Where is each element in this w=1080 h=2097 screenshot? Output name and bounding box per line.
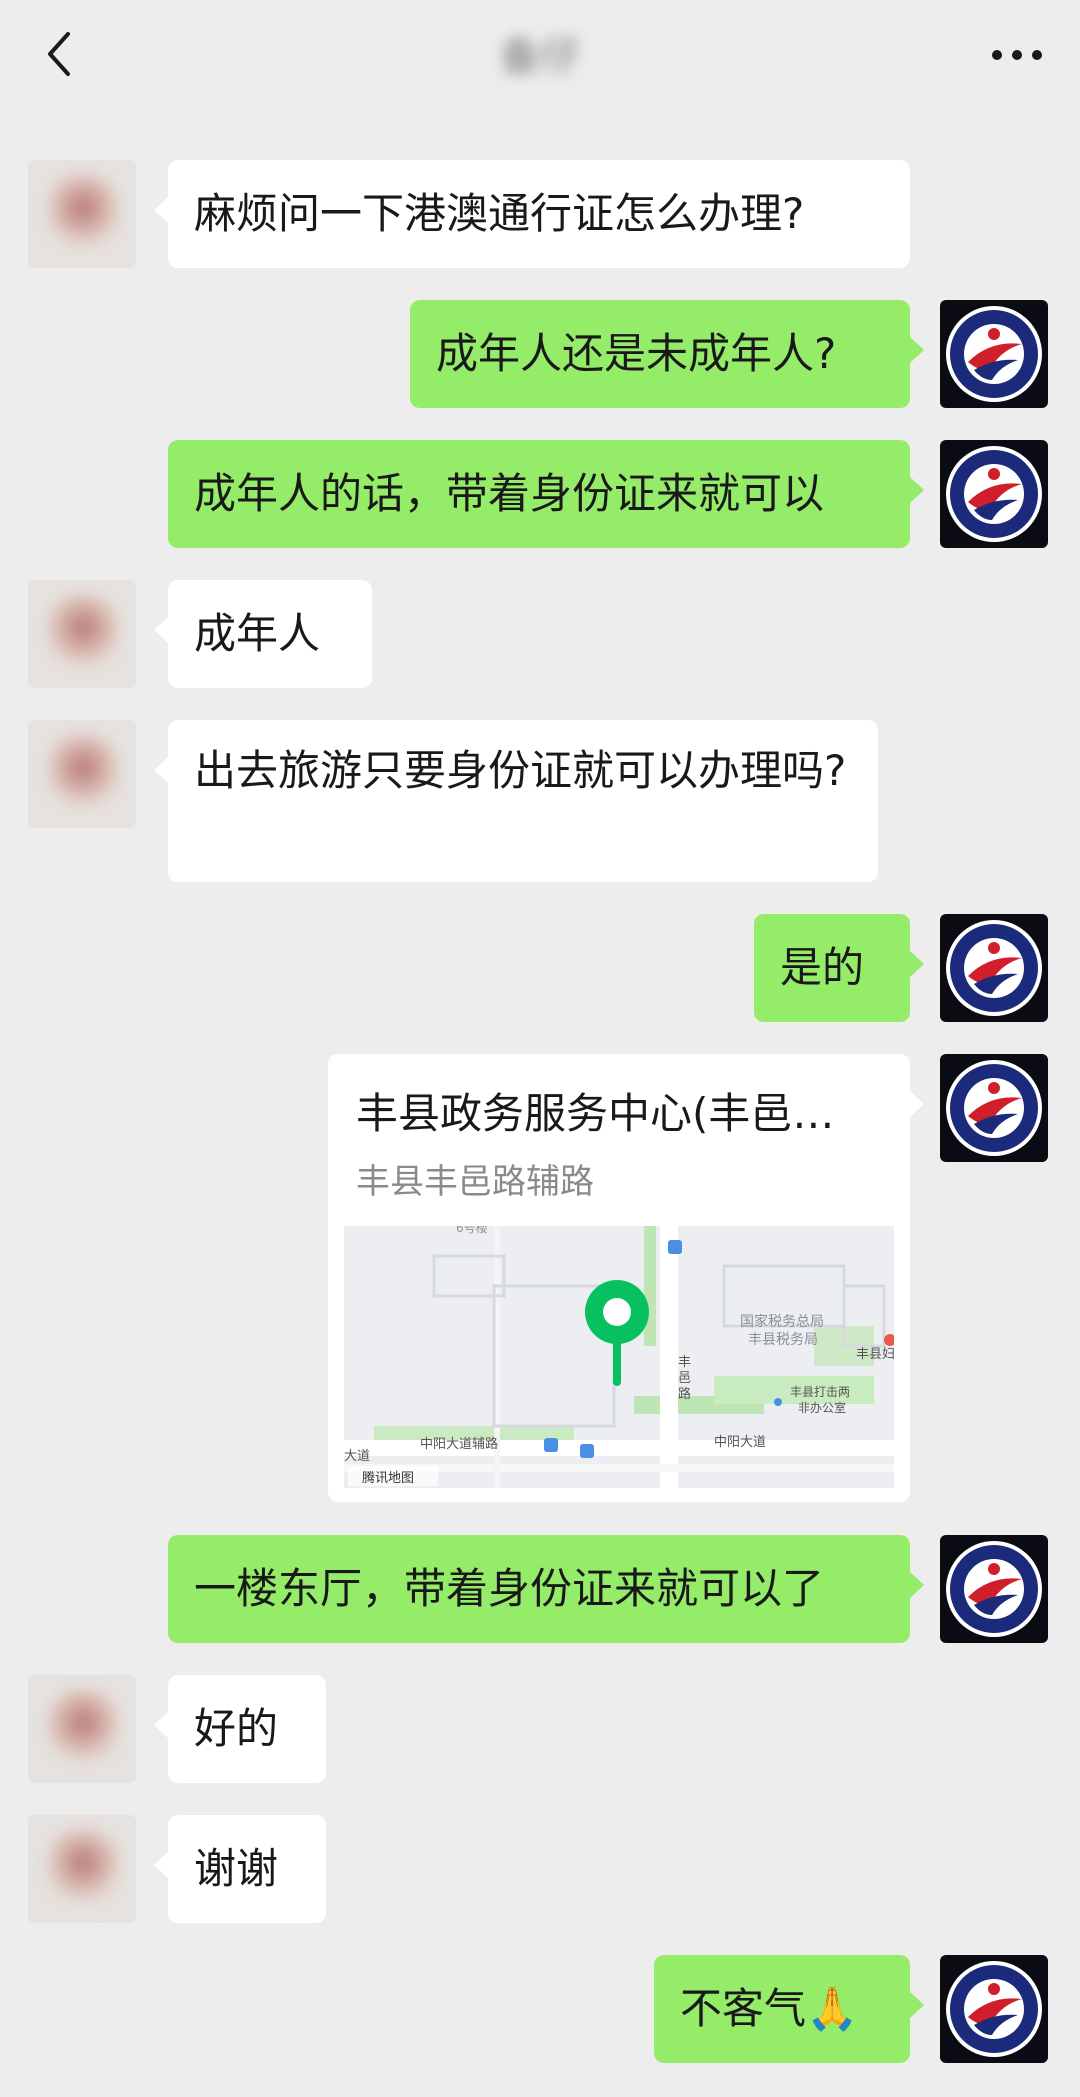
message-bubble[interactable]: 好的 — [154, 1675, 326, 1783]
map-label: 丰县妇幼 — [856, 1346, 894, 1362]
map-label: 路 — [678, 1386, 691, 1402]
message-bubble[interactable]: 谢谢 — [154, 1815, 326, 1923]
message-bubble[interactable]: 成年人还是未成年人? — [410, 300, 924, 408]
message-bubble[interactable]: 一楼东厅，带着身份证来就可以了 — [168, 1535, 924, 1643]
map-label: 6号楼 — [456, 1226, 488, 1235]
police-emblem-icon — [946, 306, 1042, 402]
police-badge-avatar[interactable] — [940, 440, 1048, 548]
message-text: 不客气🙏 — [680, 1984, 859, 2033]
police-badge-avatar[interactable] — [940, 300, 1048, 408]
message-bubble[interactable]: 是的 — [754, 914, 924, 1022]
message-text: 麻烦问一下港澳通行证怎么办理? — [194, 189, 805, 238]
more-button[interactable] — [982, 30, 1052, 80]
user-avatar[interactable] — [28, 160, 136, 268]
map-label: 非办公室 — [798, 1400, 846, 1415]
police-emblem-icon — [946, 920, 1042, 1016]
location-card[interactable]: 丰县政务服务中心(丰邑… 丰县丰邑路辅路 国家税务总局 丰县税务局 丰县妇幼 丰 — [328, 1054, 924, 1502]
user-avatar[interactable] — [28, 580, 136, 688]
message-text: 出去旅游只要身份证就可以办理吗? — [194, 746, 847, 795]
location-name: 丰县政务服务中心(丰邑… — [356, 1089, 835, 1138]
police-emblem-icon — [946, 446, 1042, 542]
message-text: 是的 — [780, 943, 865, 992]
police-badge-avatar[interactable] — [940, 1054, 1048, 1162]
location-address: 丰县丰邑路辅路 — [356, 1162, 594, 1202]
map-label: 中阳大道 — [714, 1435, 766, 1450]
message-text: 好的 — [194, 1704, 279, 1753]
map-attribution: 腾讯地图 — [362, 1470, 414, 1486]
top-bar: 备仔 — [0, 0, 1080, 108]
map-label: 邑 — [678, 1371, 691, 1386]
message-bubble[interactable]: 不客气🙏 — [654, 1955, 924, 2063]
map-label: 丰县税务局 — [748, 1332, 818, 1348]
message-text: 一楼东厅，带着身份证来就可以了 — [194, 1564, 825, 1613]
police-badge-avatar[interactable] — [940, 1535, 1048, 1643]
message-bubble[interactable]: 成年人的话，带着身份证来就可以 — [168, 440, 924, 548]
police-badge-avatar[interactable] — [940, 914, 1048, 1022]
message-bubble[interactable]: 麻烦问一下港澳通行证怎么办理? — [154, 160, 910, 268]
police-badge-avatar[interactable] — [940, 1955, 1048, 2063]
map-label: 国家税务总局 — [740, 1313, 824, 1330]
user-avatar[interactable] — [28, 1815, 136, 1923]
police-emblem-icon — [946, 1541, 1042, 1637]
map-preview[interactable]: 国家税务总局 丰县税务局 丰县妇幼 丰县打击两 非办公室 中阳大道辅路 中阳大道… — [344, 1226, 894, 1488]
map-label: 中阳大道辅路 — [420, 1436, 498, 1452]
chat-title: 备仔 — [500, 34, 580, 80]
user-avatar[interactable] — [28, 720, 136, 828]
map-image: 国家税务总局 丰县税务局 丰县妇幼 丰县打击两 非办公室 中阳大道辅路 中阳大道… — [344, 1226, 894, 1488]
map-label: 丰县打击两 — [790, 1385, 850, 1399]
message-text: 成年人还是未成年人? — [436, 329, 837, 378]
message-text: 成年人的话，带着身份证来就可以 — [194, 469, 825, 518]
message-bubble[interactable]: 成年人 — [154, 580, 372, 688]
message-text: 成年人 — [194, 609, 321, 658]
police-emblem-icon — [946, 1060, 1042, 1156]
message-bubble[interactable]: 出去旅游只要身份证就可以办理吗? — [154, 720, 878, 882]
more-dots-icon — [992, 50, 1042, 60]
message-text: 谢谢 — [194, 1844, 279, 1893]
user-avatar[interactable] — [28, 1675, 136, 1783]
police-emblem-icon — [946, 1961, 1042, 2057]
map-label: 丰 — [678, 1355, 691, 1370]
map-label: 大道 — [344, 1449, 370, 1464]
